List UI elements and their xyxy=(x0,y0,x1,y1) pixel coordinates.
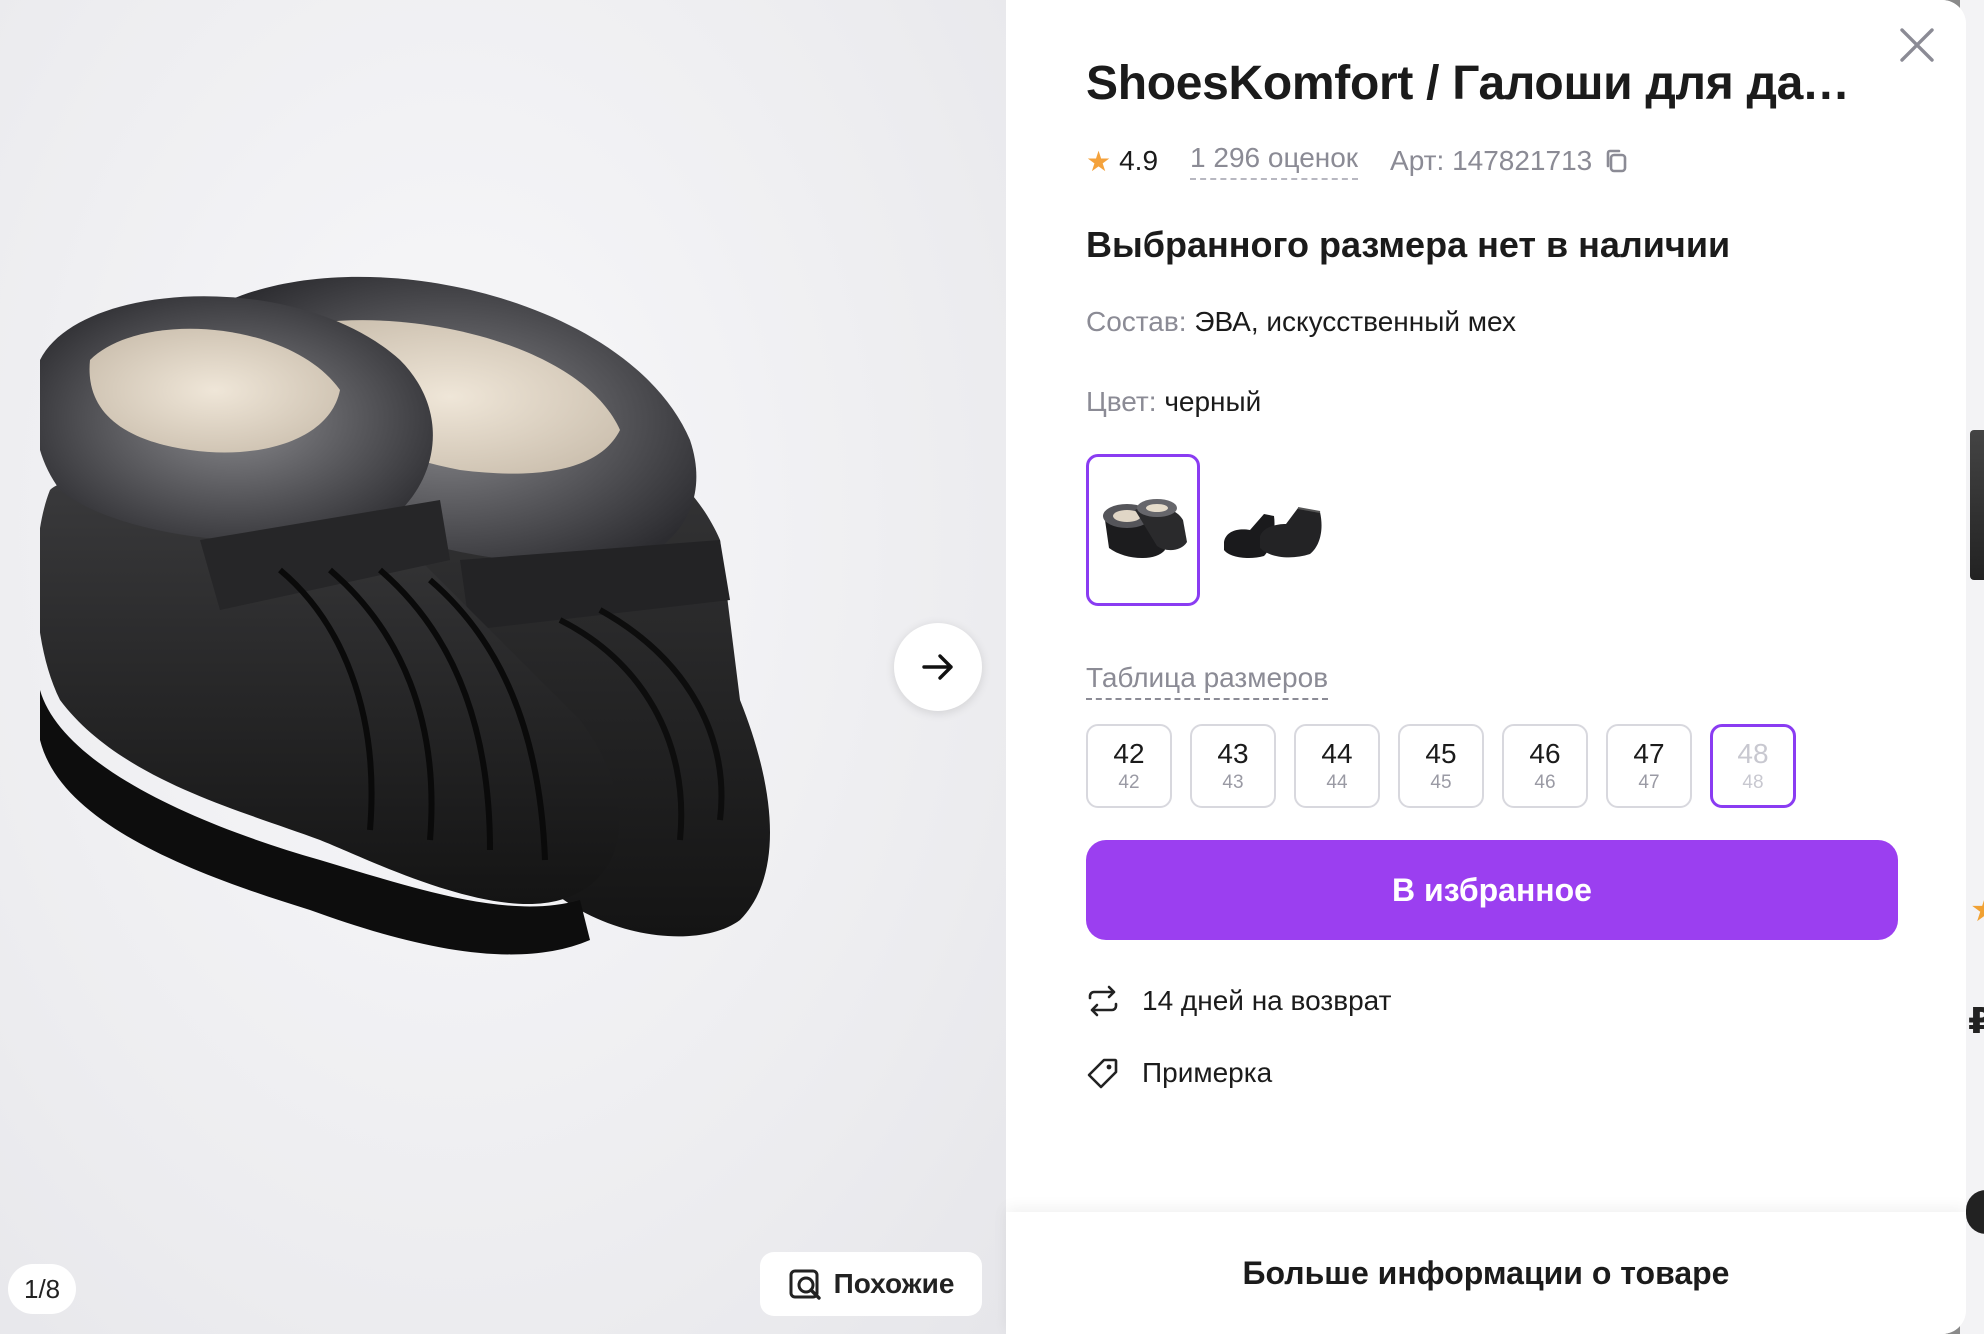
product-meta: ★ 4.9 1 296 оценок Арт: 147821713 xyxy=(1086,142,1630,180)
swatch-image-fur-shoes xyxy=(1103,499,1187,559)
color-info: Цвет: черный xyxy=(1086,386,1261,418)
similar-search-icon xyxy=(789,1269,821,1300)
rating-value: 4.9 xyxy=(1119,145,1159,176)
returns-feature: 14 дней на возврат xyxy=(1086,984,1391,1018)
stock-message: Выбранного размера нет в наличии xyxy=(1086,224,1731,265)
background-button-fragment xyxy=(1966,1190,1984,1234)
product-quick-view-modal: 1/8 Похожие ShoesKomfort / Галоши для да… xyxy=(0,0,1966,1334)
product-gallery: 1/8 Похожие xyxy=(0,0,1006,1334)
composition-label: Состав: xyxy=(1086,306,1187,337)
size-option-43[interactable]: 43 43 xyxy=(1190,724,1276,808)
color-swatch-alternate[interactable] xyxy=(1216,454,1330,606)
size-option-44[interactable]: 44 44 xyxy=(1294,724,1380,808)
tag-icon xyxy=(1087,1058,1118,1089)
size-option-46[interactable]: 46 46 xyxy=(1502,724,1588,808)
size-table-link[interactable]: Таблица размеров xyxy=(1086,662,1329,700)
close-icon[interactable] xyxy=(1896,24,1938,66)
product-image xyxy=(40,276,770,955)
reviews-link[interactable]: 1 296 оценок xyxy=(1190,142,1359,180)
arrow-right-icon xyxy=(922,654,953,680)
article-number: Арт: 147821713 xyxy=(1390,145,1593,176)
size-option-45[interactable]: 45 45 xyxy=(1398,724,1484,808)
background-price-fragment: ₽ xyxy=(1968,1000,1984,1041)
similar-button[interactable]: Похожие xyxy=(760,1252,982,1316)
add-to-favorites-button[interactable]: В избранное xyxy=(1086,840,1898,940)
composition-value: ЭВА, искусственный мех xyxy=(1194,306,1516,337)
product-title: ShoesKomfort / Галоши для дачи ... xyxy=(1086,57,1876,110)
next-image-button[interactable] xyxy=(894,623,982,711)
composition: Состав: ЭВА, искусственный мех xyxy=(1086,306,1516,338)
background-star-icon: ★ xyxy=(1970,890,1984,930)
more-info-button[interactable]: Больше информации о товаре xyxy=(1006,1212,1966,1334)
product-info-panel: ShoesKomfort / Галоши для дачи ... ★ 4.9… xyxy=(1006,0,1966,1334)
swatch-image-plain-shoes xyxy=(1224,507,1322,558)
similar-label: Похожие xyxy=(833,1268,955,1299)
color-value: черный xyxy=(1164,386,1262,417)
star-icon: ★ xyxy=(1086,145,1112,177)
size-option-47[interactable]: 47 47 xyxy=(1606,724,1692,808)
background-product-image xyxy=(1970,430,1984,580)
color-swatch-selected[interactable] xyxy=(1086,454,1200,606)
copy-icon[interactable] xyxy=(1602,147,1630,175)
size-selector: 42 42 43 43 44 44 45 45 46 46 47 47 48 48 xyxy=(1086,724,1796,808)
size-option-42[interactable]: 42 42 xyxy=(1086,724,1172,808)
returns-text: 14 дней на возврат xyxy=(1142,985,1392,1016)
color-label: Цвет: xyxy=(1086,386,1157,417)
image-counter: 1/8 xyxy=(8,1264,77,1314)
fitting-text: Примерка xyxy=(1142,1057,1273,1088)
fitting-feature: Примерка xyxy=(1086,1056,1272,1090)
return-arrows-icon xyxy=(1088,985,1118,1017)
size-option-48-selected-unavailable[interactable]: 48 48 xyxy=(1710,724,1796,808)
